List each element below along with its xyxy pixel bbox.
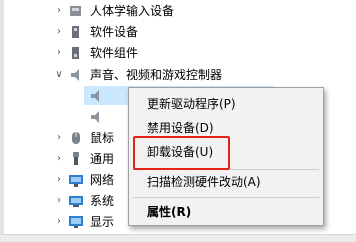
monitor-icon bbox=[68, 214, 84, 230]
menu-item-scan-hardware[interactable]: 扫描检测硬件改动(A) bbox=[129, 171, 323, 193]
speaker-icon bbox=[68, 67, 84, 83]
menu-item-update-driver[interactable]: 更新驱动程序(P) bbox=[129, 93, 323, 115]
chevron-right-icon[interactable]: › bbox=[54, 215, 64, 229]
chevron-right-icon[interactable]: › bbox=[54, 152, 64, 166]
tree-item-software-devices[interactable]: › 软件设备 bbox=[0, 21, 356, 43]
software-device-icon bbox=[68, 24, 84, 40]
device-manager-window: › 人体学输入设备 › 软件设备 › 软件组件 ∨ 声音、视频和游戏控制器 › … bbox=[0, 0, 356, 242]
tree-item-label: 鼠标 bbox=[90, 131, 115, 145]
chevron-right-icon[interactable]: › bbox=[54, 4, 64, 18]
tree-item-label: 显示 bbox=[90, 215, 115, 229]
speaker-icon bbox=[88, 88, 104, 104]
network-icon bbox=[68, 172, 84, 188]
speaker-icon bbox=[88, 109, 104, 125]
hid-icon bbox=[68, 3, 84, 19]
tree-item-label: 人体学输入设备 bbox=[90, 4, 175, 18]
chevron-right-icon[interactable]: › bbox=[54, 131, 64, 145]
annotation-highlight-box bbox=[133, 136, 230, 170]
tree-item-label: 通用 bbox=[90, 152, 115, 166]
chevron-right-icon[interactable]: › bbox=[54, 173, 64, 187]
chevron-right-icon[interactable]: › bbox=[54, 46, 64, 60]
tree-item-software-components[interactable]: › 软件组件 bbox=[0, 42, 356, 64]
tree-item-label: 软件设备 bbox=[90, 25, 139, 39]
tree-item-label: 软件组件 bbox=[90, 46, 139, 60]
chevron-right-icon[interactable]: › bbox=[54, 194, 64, 208]
menu-separator bbox=[133, 197, 319, 198]
menu-item-properties[interactable]: 属性(R) bbox=[129, 201, 323, 223]
tree-item-label: 网络 bbox=[90, 173, 115, 187]
tree-item-label: 声音、视频和游戏控制器 bbox=[90, 68, 223, 82]
chevron-right-icon[interactable]: › bbox=[54, 25, 64, 39]
horizontal-scrollbar[interactable] bbox=[0, 234, 356, 242]
usb-icon bbox=[68, 151, 84, 167]
chevron-down-icon[interactable]: ∨ bbox=[54, 68, 64, 82]
mouse-icon bbox=[68, 130, 84, 146]
system-icon bbox=[68, 193, 84, 209]
tree-item-sound-video-game[interactable]: ∨ 声音、视频和游戏控制器 bbox=[0, 64, 356, 86]
software-component-icon bbox=[68, 45, 84, 61]
tree-item-hid[interactable]: › 人体学输入设备 bbox=[0, 0, 356, 22]
tree-item-label: 系统 bbox=[90, 194, 115, 208]
